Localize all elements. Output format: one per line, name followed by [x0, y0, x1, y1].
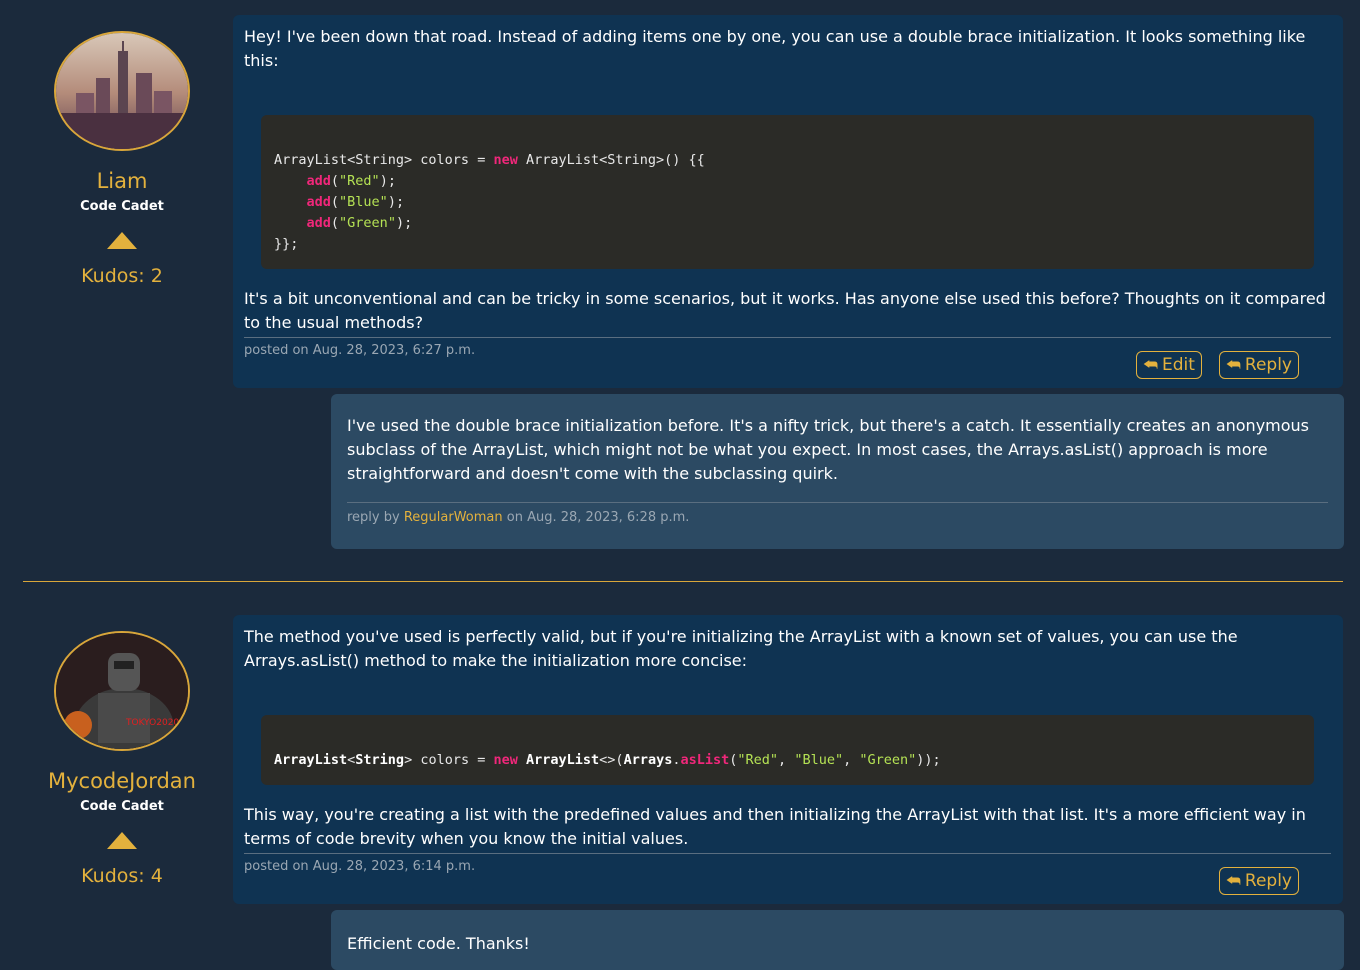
username[interactable]: MycodeJordan — [22, 769, 222, 793]
reply-prefix: reply by — [347, 510, 400, 525]
code-line: add("Blue"); — [306, 194, 405, 210]
reply-arrow-icon: ⮪ — [1226, 871, 1241, 890]
robot-avatar-icon: TOKYO2020 — [56, 633, 188, 749]
reply-card: Efficient code. Thanks! — [331, 910, 1344, 970]
post-timestamp: posted on Aug. 28, 2023, 6:14 p.m. — [244, 859, 476, 874]
avatar[interactable] — [54, 31, 190, 151]
code-block: ArrayList<String> colors = new ArrayList… — [261, 715, 1314, 785]
post-separator — [244, 853, 1331, 854]
post-actions: ⮪ Edit ⮪ Reply — [1124, 351, 1299, 379]
kudos-count: Kudos: 4 — [81, 865, 163, 887]
post-actions: ⮪ Reply — [1207, 867, 1299, 895]
edit-button[interactable]: ⮪ Edit — [1136, 351, 1202, 379]
edit-label: Edit — [1162, 355, 1195, 375]
upvote-icon[interactable] — [107, 232, 137, 249]
reply-author-link[interactable]: RegularWoman — [404, 510, 503, 525]
avatar[interactable]: TOKYO2020 — [54, 631, 190, 751]
reply-separator — [347, 502, 1328, 503]
reply-card: I've used the double brace initializatio… — [331, 394, 1344, 549]
reply-arrow-icon: ⮪ — [1143, 355, 1158, 374]
code-line: ArrayList<String> colors = new ArrayList… — [274, 752, 941, 768]
post-body-intro: The method you've used is perfectly vali… — [244, 627, 1238, 670]
reply-label: Reply — [1244, 355, 1292, 375]
post-divider — [23, 581, 1343, 582]
post-body-outro: It's a bit unconventional and can be tri… — [244, 289, 1326, 332]
kudos-count: Kudos: 2 — [81, 265, 163, 287]
user-rank: Code Cadet — [80, 199, 164, 214]
code-line: }}; — [274, 236, 299, 252]
post-card: The method you've used is perfectly vali… — [233, 615, 1343, 904]
code-line: ArrayList<String> colors = new ArrayList… — [274, 152, 705, 168]
post-card: Hey! I've been down that road. Instead o… — [233, 15, 1343, 388]
reply-body: I've used the double brace initializatio… — [347, 416, 1310, 483]
code-line: add("Red"); — [306, 173, 396, 189]
reply-body: Efficient code. Thanks! — [347, 934, 530, 953]
city-skyline-avatar-icon — [56, 33, 188, 149]
post-body-outro: This way, you're creating a list with th… — [244, 805, 1306, 848]
reply-timestamp: on Aug. 28, 2023, 6:28 p.m. — [506, 510, 690, 525]
author-panel: TOKYO2020 MycodeJordan Code Cadet Kudos:… — [22, 631, 222, 887]
reply-button[interactable]: ⮪ Reply — [1219, 351, 1299, 379]
upvote-icon[interactable] — [107, 832, 137, 849]
post-body-intro: Hey! I've been down that road. Instead o… — [244, 27, 1306, 70]
author-panel: Liam Code Cadet Kudos: 2 — [22, 31, 222, 287]
user-rank: Code Cadet — [80, 799, 164, 814]
username[interactable]: Liam — [22, 169, 222, 193]
reply-label: Reply — [1244, 871, 1292, 891]
code-line: add("Green"); — [306, 215, 413, 231]
post-separator — [244, 337, 1331, 338]
code-block: ArrayList<String> colors = new ArrayList… — [261, 115, 1314, 269]
svg-text:TOKYO2020: TOKYO2020 — [125, 718, 179, 728]
reply-meta: reply by RegularWoman on Aug. 28, 2023, … — [347, 510, 1328, 525]
reply-button[interactable]: ⮪ Reply — [1219, 867, 1299, 895]
reply-arrow-icon: ⮪ — [1226, 355, 1241, 374]
